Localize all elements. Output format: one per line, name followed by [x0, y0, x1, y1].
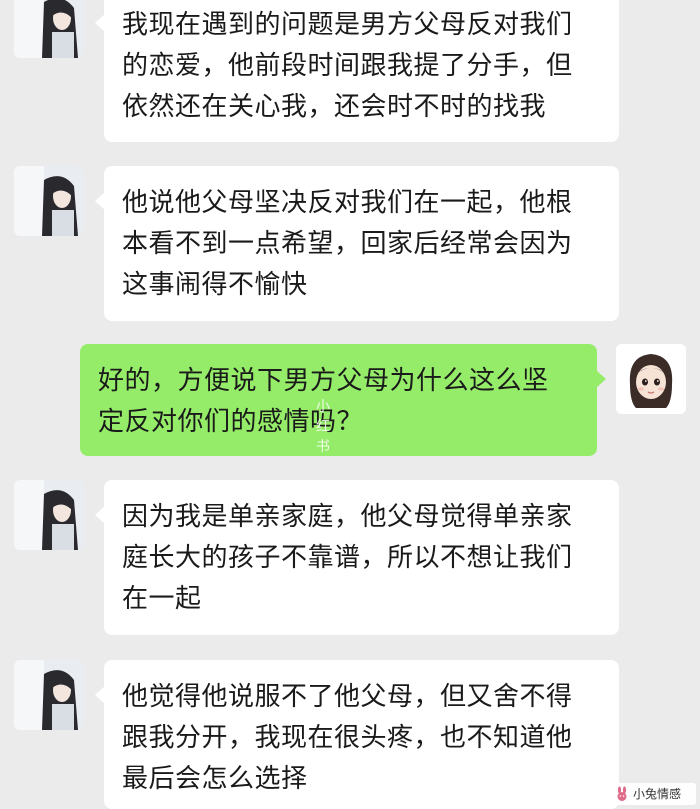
- message-line: 好的，方便说下男方父母为什么这么坚: [98, 366, 549, 396]
- message-bubble[interactable]: 我现在遇到的问题是男方父母反对我们 的恋爱，他前段时间跟我提了分手，但 依然还在…: [95, 0, 619, 142]
- message-line: 在一起: [122, 584, 202, 614]
- cartoon-girl-avatar-icon: [616, 344, 686, 414]
- message-line: 本看不到一点希望，回家后经常会因为: [122, 229, 573, 259]
- girl-photo-avatar-icon: [14, 0, 84, 58]
- message-line: 最后会怎么选择: [122, 764, 308, 794]
- message-line: 因为我是单亲家庭，他父母觉得单亲家: [122, 502, 573, 532]
- contact-avatar[interactable]: [14, 166, 84, 236]
- girl-photo-avatar-icon: [14, 660, 84, 730]
- corner-brand-text: 小兔情感: [633, 787, 682, 801]
- message-line: 庭长大的孩子不靠谱，所以不想让我们: [122, 543, 573, 573]
- watermark-text: 小红书: [316, 399, 331, 455]
- message-line: 跟我分开，我现在很头疼，也不知道他: [122, 723, 573, 753]
- message-line: 这事闹得不愉快: [122, 270, 308, 300]
- message-bubble[interactable]: 因为我是单亲家庭，他父母觉得单亲家 庭长大的孩子不靠谱，所以不想让我们 在一起: [95, 480, 619, 635]
- message-line: 的恋爱，他前段时间跟我提了分手，但: [122, 51, 573, 81]
- contact-avatar[interactable]: [14, 660, 84, 730]
- my-avatar[interactable]: [616, 344, 686, 414]
- message-line: 依然还在关心我，还会时不时的找我: [122, 92, 547, 122]
- message-line: 定反对你们的感情吗？: [98, 407, 364, 437]
- girl-photo-avatar-icon: [14, 166, 84, 236]
- girl-photo-avatar-icon: [14, 480, 84, 550]
- message-bubble[interactable]: 好的，方便说下男方父母为什么这么坚 定反对你们的感情吗？: [80, 344, 606, 456]
- contact-avatar[interactable]: [14, 0, 84, 58]
- message-line: 他觉得他说服不了他父母，但又舍不得: [122, 682, 573, 712]
- message-line: 他说他父母坚决反对我们在一起，他根: [122, 188, 573, 218]
- rabbit-icon: [617, 786, 627, 801]
- message-bubble[interactable]: 他说他父母坚决反对我们在一起，他根 本看不到一点希望，回家后经常会因为 这事闹得…: [95, 166, 619, 321]
- message-bubble[interactable]: 他觉得他说服不了他父母，但又舍不得 跟我分开，我现在很头疼，也不知道他 最后会怎…: [95, 660, 619, 809]
- chat-view: 我现在遇到的问题是男方父母反对我们 的恋爱，他前段时间跟我提了分手，但 依然还在…: [0, 0, 700, 809]
- message-line: 我现在遇到的问题是男方父母反对我们: [122, 10, 573, 40]
- contact-avatar[interactable]: [14, 480, 84, 550]
- corner-brand-logo: 小兔情感: [610, 783, 696, 805]
